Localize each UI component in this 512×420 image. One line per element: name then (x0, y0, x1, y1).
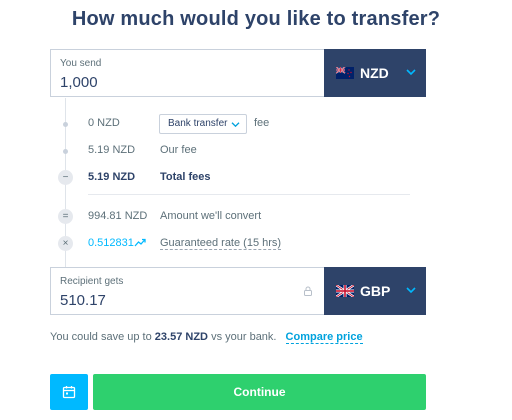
new-zealand-flag-icon (336, 67, 354, 79)
our-fee-amount: 5.19 NZD (88, 144, 136, 156)
send-label: You send (60, 58, 102, 69)
continue-button[interactable]: Continue (93, 374, 426, 410)
send-currency-code: NZD (360, 65, 389, 81)
trend-up-icon (134, 238, 146, 247)
transfer-fee-suffix: fee (254, 117, 270, 129)
exchange-rate-value: 0.512831 (88, 237, 134, 249)
multiply-icon: × (58, 236, 73, 251)
fees-divider (88, 194, 410, 195)
recipient-label: Recipient gets (60, 276, 124, 287)
calendar-icon (62, 386, 76, 399)
total-fees-label: Total fees (160, 171, 211, 183)
rate-row: × 0.512831 Guaranteed rate (15 hrs) (0, 236, 512, 257)
transfer-fee-row: 0 NZD Bank transfer fee (0, 114, 512, 137)
recipient-amount-field[interactable]: Recipient gets 510.17 GBP (50, 267, 426, 315)
send-amount-field[interactable]: You send 1,000 NZD (50, 49, 426, 97)
guaranteed-rate-info[interactable]: Guaranteed rate (15 hrs) (160, 237, 282, 250)
savings-amount: 23.57 NZD (154, 331, 208, 343)
transfer-method-value: Bank transfer (168, 118, 228, 129)
total-fees-amount: 5.19 NZD (88, 171, 136, 183)
savings-suffix: vs your bank. (211, 331, 277, 343)
recipient-currency-select[interactable]: GBP (324, 267, 426, 315)
savings-message: You could save up to 23.57 NZD vs your b… (50, 331, 363, 344)
our-fee-row: 5.19 NZD Our fee (0, 144, 512, 164)
recipient-amount-input[interactable]: 510.17 (60, 292, 106, 309)
united-kingdom-flag-icon (336, 285, 354, 297)
schedule-button[interactable] (50, 374, 88, 410)
page-title: How much would you like to transfer? (71, 8, 441, 30)
chevron-down-icon (406, 287, 416, 294)
send-amount-input[interactable]: 1,000 (60, 74, 98, 91)
minus-icon: − (58, 170, 73, 185)
transfer-fee-amount: 0 NZD (88, 117, 120, 129)
compare-price-link[interactable]: Compare price (285, 331, 363, 344)
lock-icon[interactable] (303, 286, 313, 296)
transfer-method-select[interactable]: Bank transfer (159, 114, 247, 134)
timeline-dot (63, 122, 68, 127)
our-fee-label: Our fee (160, 144, 197, 156)
timeline-dot (63, 149, 68, 154)
convert-amount-row: = 994.81 NZD Amount we'll convert (0, 209, 512, 230)
send-currency-select[interactable]: NZD (324, 49, 426, 97)
convert-amount: 994.81 NZD (88, 210, 148, 222)
recipient-currency-code: GBP (360, 283, 391, 299)
equals-icon: = (58, 209, 73, 224)
chevron-down-icon (406, 69, 416, 76)
convert-label: Amount we'll convert (160, 210, 262, 222)
chevron-down-icon (231, 122, 240, 128)
total-fees-row: − 5.19 NZD Total fees (0, 170, 512, 191)
savings-prefix: You could save up to (50, 331, 152, 343)
